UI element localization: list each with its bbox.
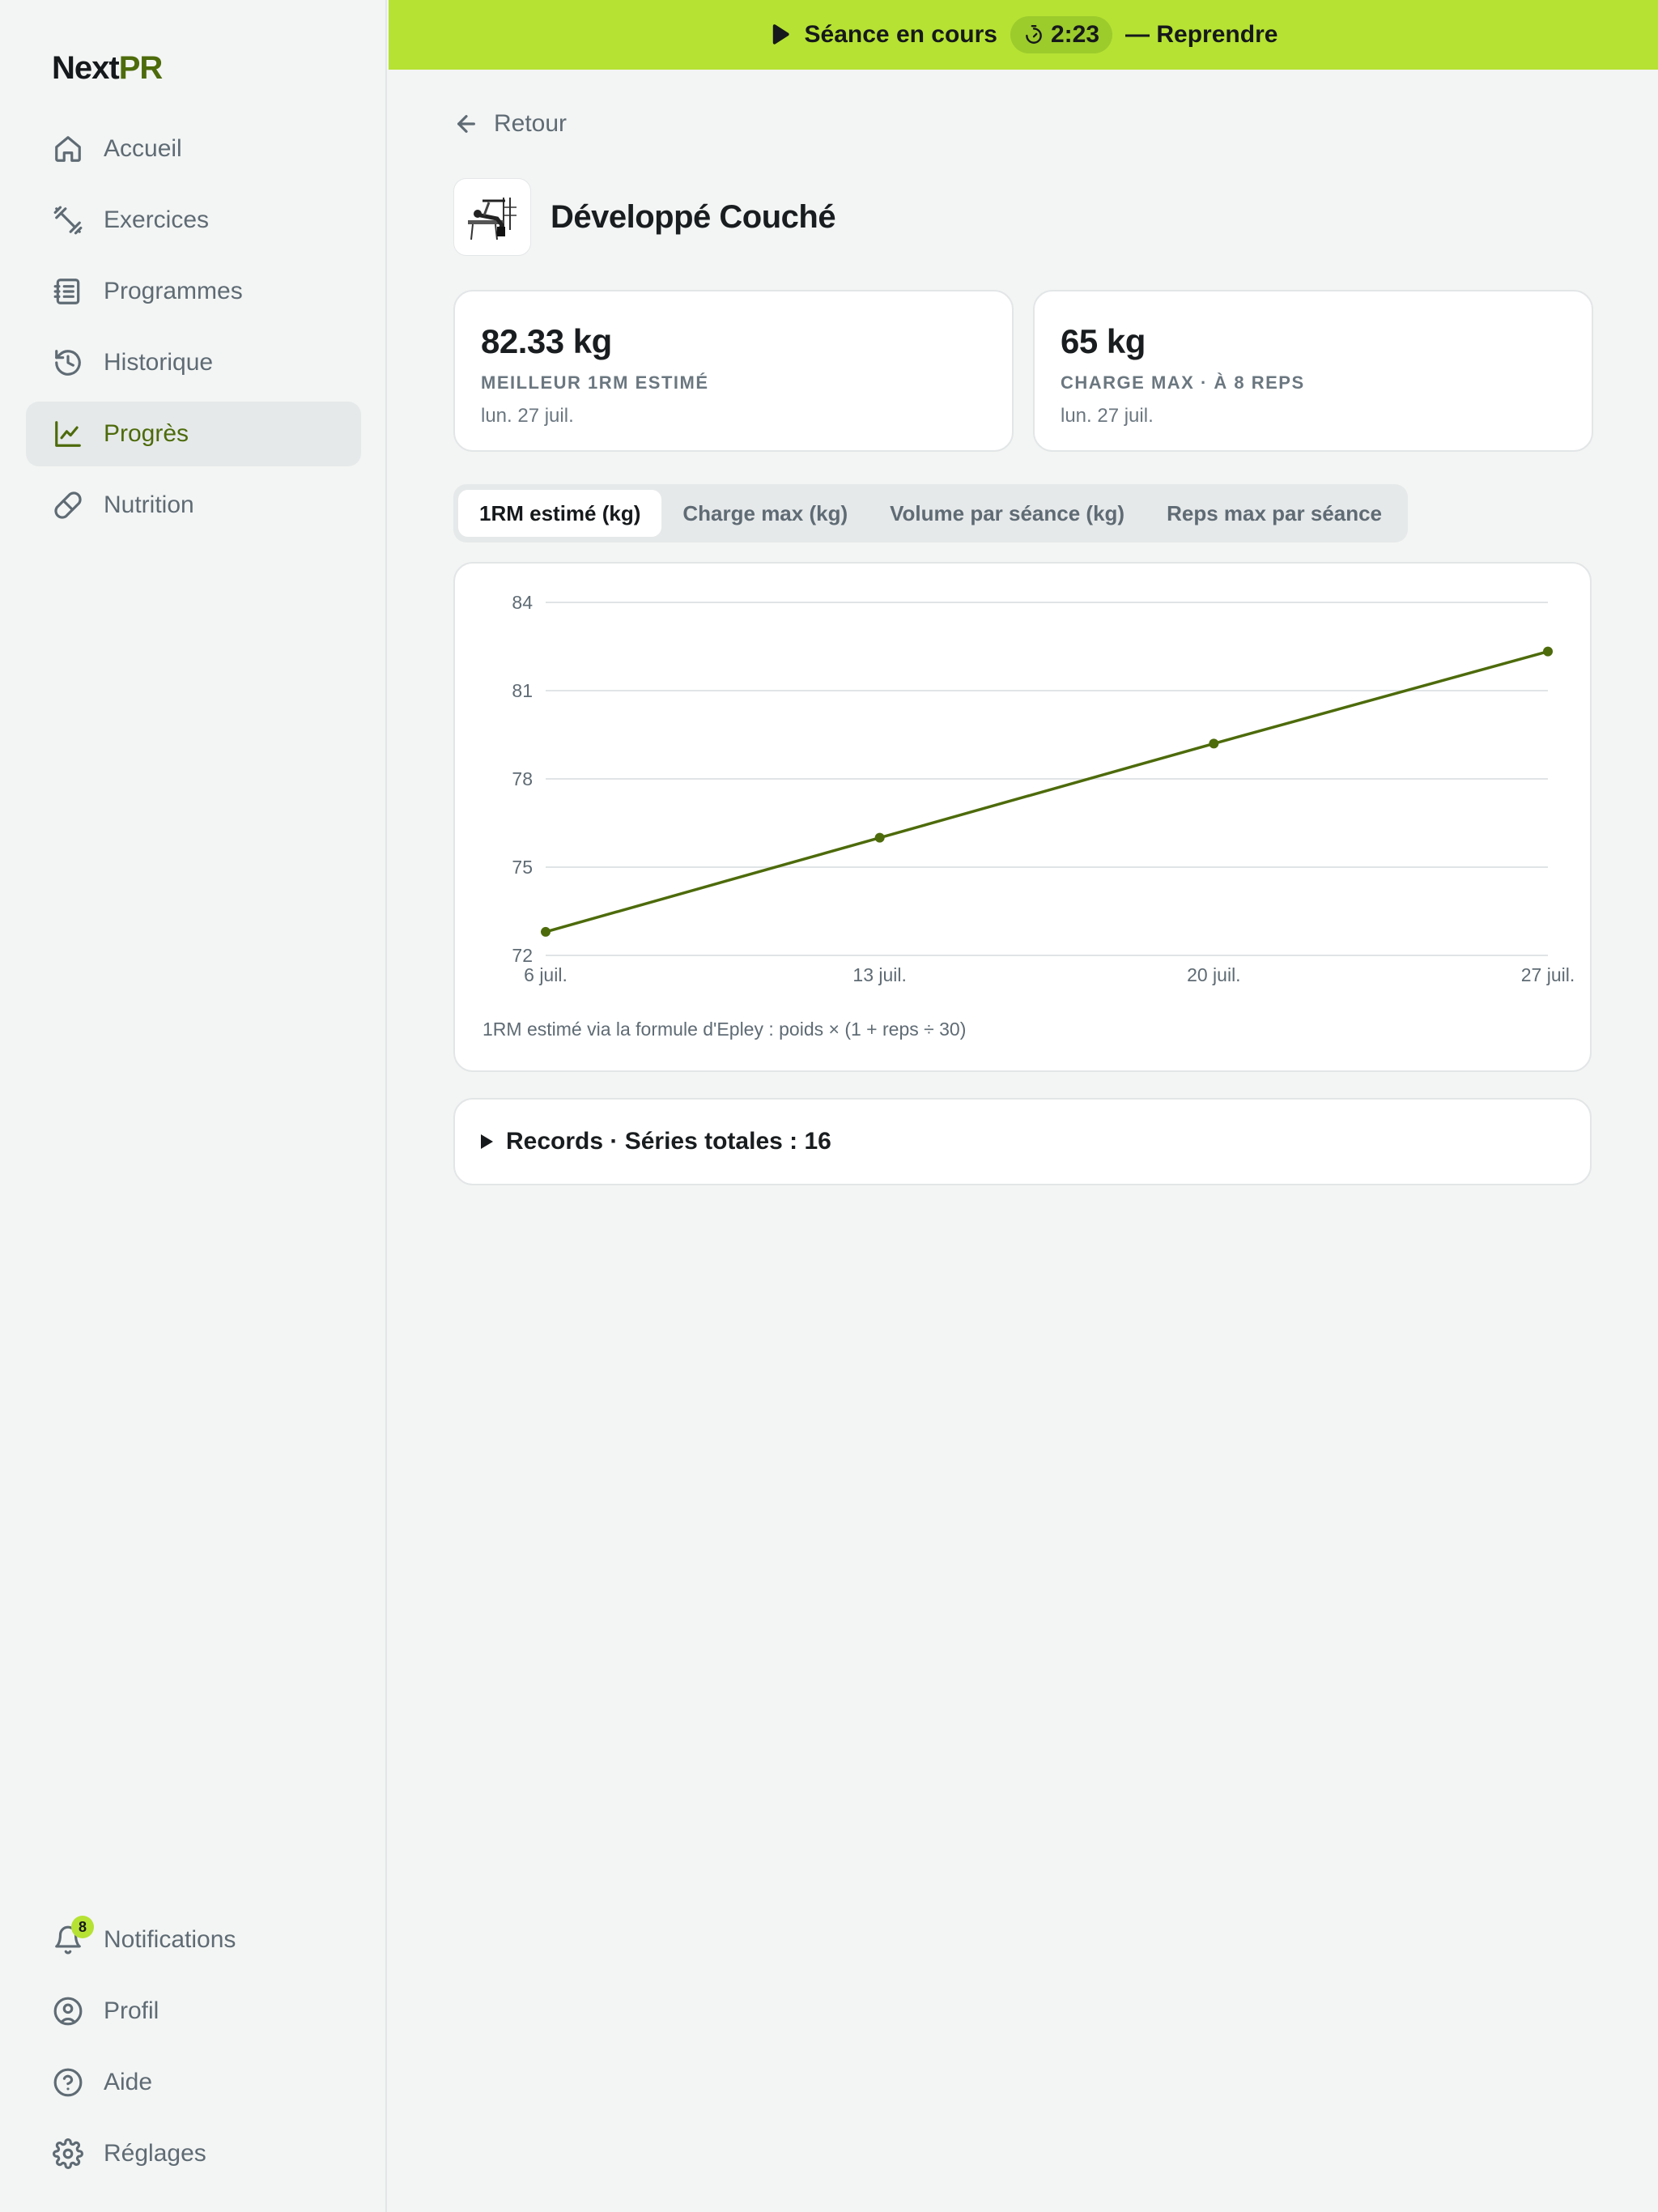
x-tick-label: 13 juil. xyxy=(852,964,906,985)
list-icon xyxy=(52,275,84,308)
sidebar-item-label: Réglages xyxy=(104,2140,206,2167)
sidebar-item-label: Notifications xyxy=(104,1926,236,1953)
chart-note: 1RM estimé via la formule d'Epley : poid… xyxy=(483,1019,967,1040)
metric-tabs: 1RM estimé (kg) Charge max (kg) Volume p… xyxy=(453,484,1409,542)
stat-date: lun. 27 juil. xyxy=(1061,405,1154,427)
session-timer-value: 2:23 xyxy=(1051,21,1100,48)
sidebar-nav: Accueil Exercices Programmes Historique … xyxy=(26,117,361,544)
y-tick-label: 81 xyxy=(512,680,533,701)
data-point xyxy=(541,926,551,937)
play-icon xyxy=(772,24,789,45)
records-disclosure[interactable]: Records · Séries totales : 16 xyxy=(453,1098,1592,1185)
y-tick-label: 75 xyxy=(512,857,533,878)
sidebar-bottom-nav: 8 Notifications Profil Aide Réglages xyxy=(26,1908,361,2193)
sidebar-item-label: Exercices xyxy=(104,206,210,233)
stat-value: 82.33 kg xyxy=(481,322,612,360)
home-icon xyxy=(52,133,84,165)
help-circle-icon xyxy=(52,2066,84,2099)
sidebar-item-label: Progrès xyxy=(104,420,189,447)
data-point xyxy=(874,832,885,843)
y-tick-label: 78 xyxy=(512,768,533,789)
exercise-thumbnail xyxy=(453,178,531,256)
back-button[interactable]: Retour xyxy=(453,110,567,138)
sidebar-item-progres[interactable]: Progrès xyxy=(26,402,361,466)
y-tick-label: 72 xyxy=(512,945,533,966)
sidebar-item-historique[interactable]: Historique xyxy=(26,330,361,395)
session-timer: 2:23 xyxy=(1010,16,1113,53)
tab-reps-max[interactable]: Reps max par séance xyxy=(1146,490,1403,537)
sidebar-item-aide[interactable]: Aide xyxy=(26,2050,361,2115)
sidebar-item-notifications[interactable]: 8 Notifications xyxy=(26,1908,361,1972)
data-point xyxy=(1543,646,1553,657)
sidebar-item-profil[interactable]: Profil xyxy=(26,1979,361,2044)
progress-chart: 72 75 78 81 84 6 juil. 13 juil. 20 juil. 27 juil… xyxy=(512,592,1575,985)
max-load-card: 65 kg CHARGE MAX · À 8 REPS lun. 27 juil… xyxy=(1033,290,1593,452)
back-label: Retour xyxy=(494,110,568,137)
resume-link[interactable]: — Reprendre xyxy=(1125,21,1278,49)
pill-icon xyxy=(52,489,84,521)
tab-volume[interactable]: Volume par séance (kg) xyxy=(869,490,1146,537)
stat-label: CHARGE MAX · À 8 REPS xyxy=(1061,372,1305,393)
best-1rm-card: 82.33 kg MEILLEUR 1RM ESTIMÉ lun. 27 jui… xyxy=(453,290,1014,452)
x-tick-label: 6 juil. xyxy=(524,964,568,985)
exercise-header: Développé Couché xyxy=(453,178,836,256)
sidebar-item-label: Nutrition xyxy=(104,491,194,518)
stat-label: MEILLEUR 1RM ESTIMÉ xyxy=(481,372,709,393)
sidebar: NextPR Accueil Exercices Programmes Hist… xyxy=(0,0,387,2212)
sidebar-item-label: Profil xyxy=(104,1997,159,2024)
data-point xyxy=(1209,738,1219,749)
history-icon xyxy=(52,347,84,379)
gear-icon xyxy=(52,2138,84,2170)
sidebar-item-label: Accueil xyxy=(104,135,182,162)
sidebar-item-label: Historique xyxy=(104,349,214,376)
timer-icon xyxy=(1026,24,1042,44)
session-label: Séance en cours xyxy=(804,21,997,48)
disclosure-triangle-icon xyxy=(481,1134,493,1149)
notification-count-badge: 8 xyxy=(71,1916,94,1938)
x-tick-label: 20 juil. xyxy=(1187,964,1240,985)
dumbbell-icon xyxy=(52,204,84,236)
user-circle-icon xyxy=(52,1995,84,2027)
chart-line-icon xyxy=(52,418,84,450)
series-line xyxy=(545,649,1549,934)
sidebar-item-exercices[interactable]: Exercices xyxy=(26,188,361,253)
sidebar-item-programmes[interactable]: Programmes xyxy=(26,259,361,324)
sidebar-item-label: Programmes xyxy=(104,278,243,304)
arrow-left-icon xyxy=(457,115,475,133)
records-label: Records · Séries totales : 16 xyxy=(506,1128,831,1155)
sidebar-item-label: Aide xyxy=(104,2069,153,2095)
exercise-title: Développé Couché xyxy=(551,198,836,235)
stat-value: 65 kg xyxy=(1061,322,1146,360)
stat-date: lun. 27 juil. xyxy=(481,405,574,427)
bench-press-illustration xyxy=(468,198,517,240)
app-logo[interactable]: NextPR xyxy=(52,50,163,87)
y-tick-label: 84 xyxy=(512,592,533,613)
sidebar-item-nutrition[interactable]: Nutrition xyxy=(26,473,361,538)
sidebar-item-reglages[interactable]: Réglages xyxy=(26,2121,361,2186)
bell-icon: 8 xyxy=(52,1916,94,1956)
sidebar-item-accueil[interactable]: Accueil xyxy=(26,117,361,181)
x-tick-label: 27 juil. xyxy=(1521,964,1575,985)
tab-1rm[interactable]: 1RM estimé (kg) xyxy=(458,490,662,537)
tab-charge-max[interactable]: Charge max (kg) xyxy=(661,490,869,537)
progress-chart-card: 72 75 78 81 84 6 juil. 13 juil. 20 juil. 27 juil… xyxy=(453,562,1592,1072)
active-session-banner[interactable]: Séance en cours 2:23 — Reprendre xyxy=(389,0,1658,70)
